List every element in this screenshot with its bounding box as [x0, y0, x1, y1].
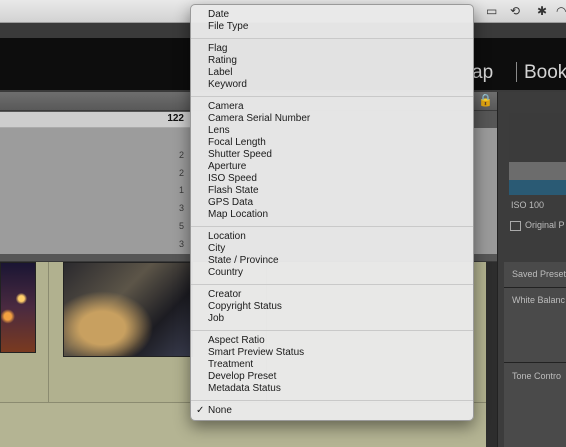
menu-item-camera-serial-number[interactable]: Camera Serial Number [208, 113, 310, 125]
histogram[interactable] [509, 113, 566, 195]
menu-separator [191, 284, 473, 285]
menu-item-smart-preview-status[interactable]: Smart Preview Status [208, 347, 304, 359]
list-count: 3 [178, 203, 184, 213]
menu-item-aspect-ratio[interactable]: Aspect Ratio [208, 335, 265, 347]
menu-item-lens[interactable]: Lens [208, 125, 230, 137]
menu-item-iso-speed[interactable]: ISO Speed [208, 173, 257, 185]
menu-item-metadata-status[interactable]: Metadata Status [208, 383, 281, 395]
menu-item-date[interactable]: Date [208, 9, 229, 21]
menu-item-keyword[interactable]: Keyword [208, 79, 247, 91]
module-book[interactable]: Book [524, 62, 566, 84]
menu-item-rating[interactable]: Rating [208, 55, 237, 67]
menu-separator [191, 400, 473, 401]
iso-readout: ISO 100 [511, 200, 545, 210]
menu-separator [191, 226, 473, 227]
bluetooth-icon[interactable]: ✱ [537, 3, 547, 19]
list-count: 5 [178, 221, 184, 231]
menu-item-shutter-speed[interactable]: Shutter Speed [208, 149, 272, 161]
original-checkbox[interactable] [510, 221, 521, 231]
saved-preset-section[interactable]: Saved Preset [512, 269, 566, 279]
panel-divider [504, 287, 566, 288]
list-count: 1 [178, 185, 184, 195]
menu-item-file-type[interactable]: File Type [208, 21, 248, 33]
menu-item-country[interactable]: Country [208, 267, 243, 279]
menu-item-label[interactable]: Label [208, 67, 232, 79]
screen-mirror-icon[interactable]: ▭ [486, 3, 497, 19]
menu-separator [191, 330, 473, 331]
menu-item-treatment[interactable]: Treatment [208, 359, 253, 371]
column-list[interactable]: 2 2 1 3 5 3 [0, 128, 190, 254]
menu-item-flag[interactable]: Flag [208, 43, 227, 55]
menu-item-city[interactable]: City [208, 243, 225, 255]
time-machine-icon[interactable]: ⟲ [510, 3, 520, 19]
menu-item-flash-state[interactable]: Flash State [208, 185, 259, 197]
module-separator [516, 62, 517, 82]
menu-item-none[interactable]: None [208, 405, 232, 417]
header-count: 122 [167, 113, 184, 124]
menu-item-map-location[interactable]: Map Location [208, 209, 268, 221]
menu-item-aperture[interactable]: Aperture [208, 161, 246, 173]
tone-control-section[interactable]: Tone Contro [512, 371, 561, 381]
panel-divider [504, 362, 566, 363]
white-balance-section[interactable]: White Balanc [512, 295, 565, 305]
original-label: Original P [525, 220, 565, 230]
menu-item-camera[interactable]: Camera [208, 101, 244, 113]
list-count: 2 [178, 168, 184, 178]
menu-item-location[interactable]: Location [208, 231, 246, 243]
photo-thumbnail[interactable] [0, 262, 36, 353]
lock-icon[interactable]: 🔒 [478, 93, 493, 107]
menu-item-develop-preset[interactable]: Develop Preset [208, 371, 276, 383]
list-count: 2 [178, 150, 184, 160]
photo-thumbnail[interactable] [63, 262, 193, 357]
develop-panel [504, 262, 566, 447]
menu-separator [191, 96, 473, 97]
menu-item-job[interactable]: Job [208, 313, 224, 325]
grid-scrollbar[interactable] [486, 262, 497, 447]
checkmark-icon: ✓ [196, 405, 205, 416]
wifi-icon[interactable]: ◠ [556, 3, 566, 19]
column-type-menu: Date File Type Flag Rating Label Keyword… [190, 4, 474, 421]
menu-item-copyright-status[interactable]: Copyright Status [208, 301, 282, 313]
module-map[interactable]: ap [472, 62, 493, 84]
menu-item-state-province[interactable]: State / Province [208, 255, 279, 267]
metadata-column[interactable] [473, 128, 497, 254]
menu-separator [191, 38, 473, 39]
menu-item-gps-data[interactable]: GPS Data [208, 197, 253, 209]
menu-item-focal-length[interactable]: Focal Length [208, 137, 266, 149]
column-header[interactable]: 122 [0, 112, 190, 128]
menu-item-creator[interactable]: Creator [208, 289, 241, 301]
list-count: 3 [178, 239, 184, 249]
